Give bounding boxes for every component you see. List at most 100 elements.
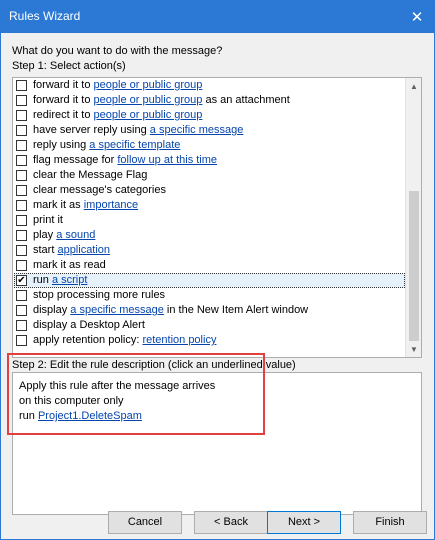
action-label: apply retention policy: retention policy bbox=[33, 334, 216, 346]
action-checkbox[interactable] bbox=[16, 80, 27, 91]
question-label: What do you want to do with the message? bbox=[12, 45, 223, 57]
next-button[interactable]: Next > bbox=[267, 511, 341, 534]
action-text: have server reply using bbox=[33, 124, 150, 136]
action-text: play bbox=[33, 229, 57, 241]
action-link[interactable]: a script bbox=[52, 274, 87, 286]
finish-button[interactable]: Finish bbox=[353, 511, 427, 534]
action-checkbox[interactable] bbox=[16, 260, 27, 271]
action-text: start bbox=[33, 244, 58, 256]
action-link[interactable]: people or public group bbox=[94, 79, 203, 91]
action-row[interactable]: apply retention policy: retention policy bbox=[13, 333, 406, 348]
action-text: reply using bbox=[33, 139, 90, 151]
action-text: clear message's categories bbox=[33, 184, 166, 196]
action-checkbox[interactable] bbox=[16, 215, 27, 226]
action-label: clear message's categories bbox=[33, 184, 166, 196]
action-link[interactable]: a sound bbox=[56, 229, 95, 241]
dialog-body: What do you want to do with the message?… bbox=[1, 33, 434, 539]
action-checkbox[interactable]: ✔ bbox=[16, 275, 27, 286]
action-text: forward it to bbox=[33, 94, 94, 106]
action-text: mark it as bbox=[33, 199, 84, 211]
action-checkbox[interactable] bbox=[16, 155, 27, 166]
cancel-button[interactable]: Cancel bbox=[108, 511, 182, 534]
action-row[interactable]: redirect it to people or public group bbox=[13, 108, 406, 123]
action-checkbox[interactable] bbox=[16, 140, 27, 151]
action-checkbox[interactable] bbox=[16, 95, 27, 106]
action-link[interactable]: retention policy bbox=[142, 334, 216, 346]
action-row[interactable]: clear message's categories bbox=[13, 183, 406, 198]
back-button[interactable]: < Back bbox=[194, 511, 268, 534]
action-row[interactable]: ✔ run a script bbox=[13, 273, 406, 288]
action-label: run a script bbox=[33, 274, 87, 286]
actions-scrollbar[interactable]: ▲ ▼ bbox=[405, 78, 421, 357]
action-checkbox[interactable] bbox=[16, 230, 27, 241]
action-label: display a Desktop Alert bbox=[33, 319, 145, 331]
action-checkbox[interactable] bbox=[16, 170, 27, 181]
action-label: print it bbox=[33, 214, 63, 226]
action-row[interactable]: forward it to people or public group bbox=[13, 78, 406, 93]
action-label: redirect it to people or public group bbox=[33, 109, 202, 121]
action-text: display bbox=[33, 304, 71, 316]
action-checkbox[interactable] bbox=[16, 245, 27, 256]
action-text: stop processing more rules bbox=[33, 289, 166, 301]
action-link[interactable]: application bbox=[57, 244, 110, 256]
action-label: reply using a specific template bbox=[33, 139, 180, 151]
action-text: redirect it to bbox=[33, 109, 94, 121]
action-link[interactable]: people or public group bbox=[94, 94, 203, 106]
action-row[interactable]: flag message for follow up at this time bbox=[13, 153, 406, 168]
action-row[interactable]: stop processing more rules bbox=[13, 288, 406, 303]
action-checkbox[interactable] bbox=[16, 110, 27, 121]
action-row[interactable]: clear the Message Flag bbox=[13, 168, 406, 183]
action-link[interactable]: a specific template bbox=[89, 139, 180, 151]
action-text: mark it as read bbox=[33, 259, 106, 271]
action-row[interactable]: start application bbox=[13, 243, 406, 258]
action-checkbox[interactable] bbox=[16, 305, 27, 316]
action-link[interactable]: follow up at this time bbox=[117, 154, 217, 166]
action-text: run bbox=[33, 274, 52, 286]
action-row[interactable]: display a specific message in the New It… bbox=[13, 303, 406, 318]
action-label: mark it as read bbox=[33, 259, 106, 271]
action-label: stop processing more rules bbox=[33, 289, 165, 301]
window-title: Rules Wizard bbox=[9, 9, 81, 23]
action-row[interactable]: mark it as importance bbox=[13, 198, 406, 213]
action-row[interactable]: play a sound bbox=[13, 228, 406, 243]
actions-list[interactable]: forward it to people or public group forw… bbox=[12, 77, 422, 358]
action-link[interactable]: a specific message bbox=[150, 124, 244, 136]
title-bar: Rules Wizard ✕ bbox=[1, 1, 434, 33]
action-label: have server reply using a specific messa… bbox=[33, 124, 243, 136]
action-text: print it bbox=[33, 214, 63, 226]
action-label: display a specific message in the New It… bbox=[33, 304, 308, 316]
action-checkbox[interactable] bbox=[16, 200, 27, 211]
action-row[interactable]: display a Desktop Alert bbox=[13, 318, 406, 333]
scroll-down-icon[interactable]: ▼ bbox=[406, 341, 421, 357]
action-text: flag message for bbox=[33, 154, 118, 166]
close-icon[interactable]: ✕ bbox=[400, 1, 434, 33]
action-checkbox[interactable] bbox=[16, 335, 27, 346]
action-label: flag message for follow up at this time bbox=[33, 154, 217, 166]
scroll-thumb[interactable] bbox=[409, 191, 419, 341]
action-text: display a Desktop Alert bbox=[33, 319, 145, 331]
scroll-up-icon[interactable]: ▲ bbox=[406, 78, 421, 94]
annotation-highlight-box bbox=[7, 353, 265, 435]
step1-label: Step 1: Select action(s) bbox=[12, 60, 126, 72]
action-checkbox[interactable] bbox=[16, 125, 27, 136]
action-label: start application bbox=[33, 244, 110, 256]
action-row[interactable]: mark it as read bbox=[13, 258, 406, 273]
action-row[interactable]: forward it to people or public group as … bbox=[13, 93, 406, 108]
action-checkbox[interactable] bbox=[16, 185, 27, 196]
rules-wizard-window: Rules Wizard ✕ What do you want to do wi… bbox=[0, 0, 435, 540]
action-link[interactable]: people or public group bbox=[94, 109, 203, 121]
action-checkbox[interactable] bbox=[16, 320, 27, 331]
action-label: play a sound bbox=[33, 229, 95, 241]
action-row[interactable]: have server reply using a specific messa… bbox=[13, 123, 406, 138]
action-text: apply retention policy: bbox=[33, 334, 143, 346]
action-row[interactable]: print it bbox=[13, 213, 406, 228]
action-label: clear the Message Flag bbox=[33, 169, 147, 181]
action-checkbox[interactable] bbox=[16, 290, 27, 301]
action-text-suffix: in the New Item Alert window bbox=[163, 304, 309, 316]
actions-rows: forward it to people or public group forw… bbox=[13, 78, 406, 348]
action-row[interactable]: reply using a specific template bbox=[13, 138, 406, 153]
action-link[interactable]: importance bbox=[84, 199, 138, 211]
action-link[interactable]: a specific message bbox=[70, 304, 164, 316]
action-text: clear the Message Flag bbox=[33, 169, 148, 181]
action-label: forward it to people or public group bbox=[33, 79, 202, 91]
